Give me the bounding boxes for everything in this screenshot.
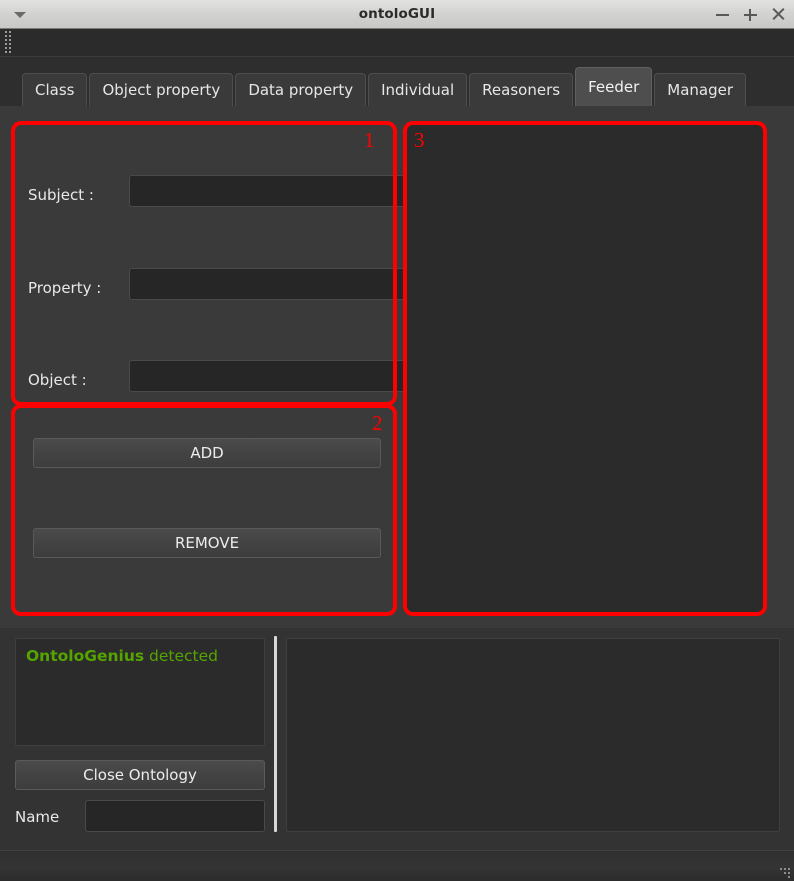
annotation-label-2: 2 [372, 411, 383, 435]
toolbar [0, 29, 794, 57]
status-bar [0, 850, 794, 881]
annotation-label-1: 1 [364, 128, 375, 152]
tab-reasoners[interactable]: Reasoners [469, 73, 574, 106]
annotation-label-3: 3 [414, 128, 425, 152]
secondary-log-box[interactable] [286, 638, 780, 832]
ontology-status-area: OntoloGenius detected Close Ontology Nam… [0, 628, 794, 850]
close-ontology-button[interactable]: Close Ontology [15, 760, 265, 790]
subject-label: Subject : [28, 186, 94, 204]
object-label: Object : [28, 371, 87, 389]
tab-data-property[interactable]: Data property [235, 73, 367, 106]
ontology-log-box: OntoloGenius detected [15, 638, 265, 746]
tab-list: Class Object property Data property Individ… [22, 67, 748, 106]
tab-manager[interactable]: Manager [654, 73, 746, 106]
action-buttons-panel: ADD REMOVE [13, 406, 395, 614]
tab-class[interactable]: Class [22, 73, 88, 106]
toolbar-drag-grip-icon[interactable] [5, 30, 13, 56]
tab-feeder[interactable]: Feeder [575, 67, 653, 106]
window-controls [715, 0, 786, 28]
ontology-log-line: OntoloGenius detected [26, 647, 218, 665]
window-title: ontoloGUI [358, 6, 436, 22]
name-label: Name [15, 808, 60, 826]
minimize-button[interactable] [715, 7, 730, 22]
tab-bar: Class Object property Data property Individ… [0, 58, 794, 106]
maximize-button[interactable] [743, 7, 758, 22]
name-input[interactable] [85, 800, 265, 832]
application-window: ontoloGUI Class Object property Data prope… [0, 0, 794, 881]
feeder-output-panel[interactable] [405, 123, 765, 614]
triple-form-panel: Subject : Property : Object : [13, 123, 407, 404]
property-input[interactable] [129, 268, 407, 300]
vertical-splitter[interactable] [274, 636, 277, 832]
add-button[interactable]: ADD [33, 438, 381, 468]
resize-grip-icon[interactable] [774, 862, 790, 878]
ontology-log-message: detected [144, 647, 218, 665]
title-bar: ontoloGUI [0, 0, 794, 29]
property-label: Property : [28, 279, 102, 297]
tab-object-property[interactable]: Object property [89, 73, 234, 106]
remove-button[interactable]: REMOVE [33, 528, 381, 558]
tab-individual[interactable]: Individual [368, 73, 468, 106]
object-input[interactable] [129, 360, 407, 392]
ontology-log-name: OntoloGenius [26, 647, 145, 665]
close-button[interactable] [771, 7, 786, 22]
feeder-tab-page: Subject : Property : Object : ADD REMOVE… [0, 106, 794, 628]
subject-input[interactable] [129, 175, 407, 207]
